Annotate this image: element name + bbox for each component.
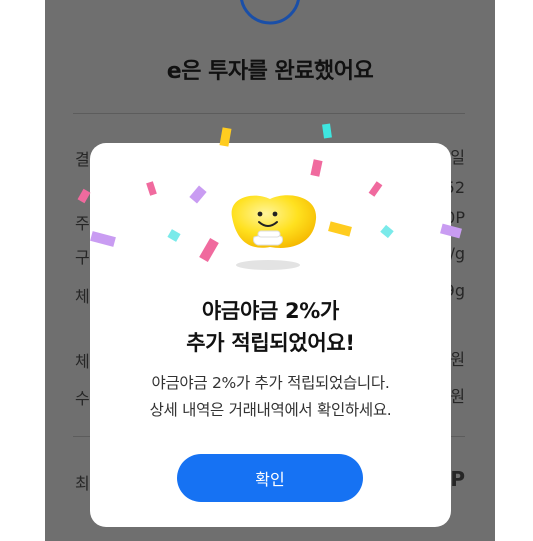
row-label-date: 결 — [75, 150, 90, 169]
total-value: P — [450, 467, 465, 491]
completion-title: e은 투자를 완료했어요 — [166, 59, 374, 84]
shield-check-icon — [240, 0, 300, 25]
row-label-fee: 수 — [75, 389, 90, 408]
modal-description-line: 야금야금 2%가 추가 적립되었습니다. — [151, 374, 390, 392]
modal-description: 야금야금 2%가 추가 적립되었습니다. 상세 내역은 거래내역에서 확인하세요… — [90, 370, 451, 424]
row-label-point: 주 — [75, 214, 90, 233]
modal-title-line: 추가 적립되었어요! — [186, 331, 355, 355]
total-label: 최 — [75, 474, 90, 493]
row-label-weight: 체 — [75, 287, 90, 306]
row-label-amount: 체 — [75, 352, 90, 371]
row-value-price: /g — [449, 244, 465, 263]
modal-title: 야금야금 2%가 추가 적립되었어요! — [90, 295, 451, 359]
confirm-button[interactable]: 확인 — [177, 454, 363, 502]
row-label-price: 구 — [75, 248, 90, 267]
modal-description-line: 상세 내역은 거래내역에서 확인하세요. — [149, 401, 392, 419]
row-value-amount: 원 — [450, 350, 465, 369]
row-value-fee: 원 — [450, 387, 465, 406]
jellybean-mascot-icon — [231, 195, 317, 270]
divider — [73, 113, 465, 114]
row-value-date: 일 — [450, 148, 465, 167]
modal-title-line: 야금야금 2%가 — [201, 299, 340, 323]
